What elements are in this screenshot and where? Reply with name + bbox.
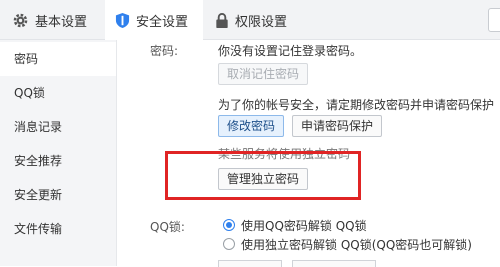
sidebar-item-message-history[interactable]: 消息记录 bbox=[0, 110, 116, 144]
qqlock-option-independent-label[interactable]: 使用独立密码解锁 QQ锁(QQ密码也可解锁) bbox=[241, 236, 472, 253]
tab-basic-settings-label: 基本设置 bbox=[35, 14, 88, 30]
tab-basic-settings[interactable]: 基本设置 bbox=[12, 0, 94, 40]
settings-sidebar: 密码 QQ锁 消息记录 安全推荐 安全更新 文件传输 bbox=[0, 40, 117, 266]
search-box-edge[interactable] bbox=[488, 8, 500, 32]
tab-security-settings-label: 安全设置 bbox=[136, 15, 189, 30]
settings-tab-bar: 基本设置 安全设置 权限设置 bbox=[0, 0, 500, 41]
sidebar-item-label: 安全推荐 bbox=[14, 154, 63, 168]
password-section-label: 密码: bbox=[150, 44, 179, 58]
change-password-button[interactable]: 修改密码 bbox=[218, 115, 285, 137]
tab-security-settings[interactable]: 安全设置 bbox=[105, 0, 203, 41]
sidebar-item-security-update[interactable]: 安全更新 bbox=[0, 178, 116, 212]
qqlock-option-independent-radio[interactable] bbox=[223, 238, 235, 250]
sidebar-item-password[interactable]: 密码 bbox=[0, 42, 116, 76]
apply-password-protection-button[interactable]: 申请密码保护 bbox=[292, 115, 383, 137]
lock-icon bbox=[216, 12, 228, 28]
red-highlight-box bbox=[165, 151, 361, 200]
sidebar-item-security-recommend[interactable]: 安全推荐 bbox=[0, 144, 116, 178]
qqlock-option-qq-password-radio[interactable] bbox=[223, 219, 235, 231]
gear-icon bbox=[13, 13, 28, 27]
password-advice-text: 为了你的帐号安全，请定期修改密码并申请密码保护 bbox=[218, 98, 495, 112]
sidebar-item-label: 安全更新 bbox=[14, 188, 63, 202]
shield-icon bbox=[115, 13, 130, 28]
qqlock-option-qq-password-label[interactable]: 使用QQ密码解锁 QQ锁 bbox=[241, 217, 367, 234]
tab-permission-settings-label: 权限设置 bbox=[235, 14, 288, 30]
qqlock-section-label: QQ锁: bbox=[150, 220, 185, 234]
sidebar-item-label: 文件传输 bbox=[14, 222, 63, 236]
password-status-text: 你没有设置记住登录密码。 bbox=[218, 44, 363, 58]
sidebar-item-label: QQ锁 bbox=[14, 86, 45, 100]
cancel-remember-password-button[interactable]: 取消记住密码 bbox=[218, 63, 309, 85]
sidebar-item-label: 密码 bbox=[14, 52, 39, 66]
sidebar-item-label: 消息记录 bbox=[14, 120, 63, 134]
sidebar-item-qqlock[interactable]: QQ锁 bbox=[0, 76, 116, 110]
sidebar-item-file-transfer[interactable]: 文件传输 bbox=[0, 212, 116, 246]
tab-permission-settings[interactable]: 权限设置 bbox=[215, 0, 305, 40]
